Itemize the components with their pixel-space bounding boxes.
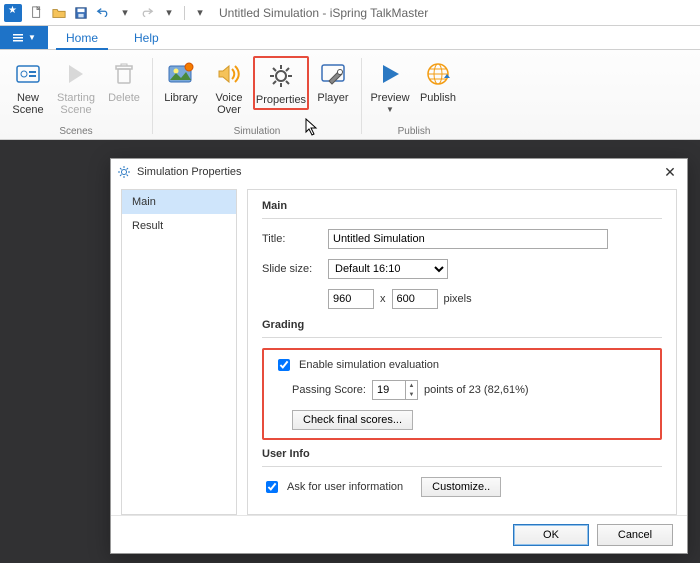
- file-menu-icon: [12, 32, 24, 44]
- save-icon[interactable]: [71, 3, 91, 23]
- customize-button[interactable]: Customize..: [421, 477, 501, 497]
- sidebar-item-result[interactable]: Result: [122, 214, 236, 238]
- enable-evaluation-checkbox[interactable]: Enable simulation evaluation: [274, 356, 650, 374]
- tab-help[interactable]: Help: [116, 26, 177, 49]
- passing-score-label: Passing Score:: [292, 384, 366, 396]
- redo-icon[interactable]: [137, 3, 157, 23]
- gear-icon: [117, 165, 131, 179]
- passing-score-input[interactable]: [373, 381, 405, 399]
- starting-scene-icon: [60, 58, 92, 90]
- app-icon: [4, 4, 22, 22]
- voice-over-button[interactable]: Voice Over: [205, 56, 253, 118]
- dialog-sidebar: Main Result: [121, 189, 237, 515]
- group-label-simulation: Simulation: [234, 126, 281, 139]
- slide-size-select[interactable]: Default 16:10: [328, 259, 448, 279]
- open-folder-icon[interactable]: [49, 3, 69, 23]
- pixels-label: pixels: [444, 293, 472, 305]
- preview-button[interactable]: Preview ▼: [366, 56, 414, 118]
- simulation-properties-dialog: Simulation Properties ✕ Main Result Main…: [110, 158, 688, 554]
- delete-button: Delete: [100, 56, 148, 106]
- group-label-publish: Publish: [398, 126, 431, 139]
- grading-highlight-area: Enable simulation evaluation Passing Sco…: [262, 348, 662, 440]
- ribbon-group-publish: Preview ▼ Publish Publish: [366, 52, 462, 139]
- play-icon: [374, 58, 406, 90]
- spin-up-icon[interactable]: ▲: [405, 381, 417, 390]
- dialog-main-panel: Main Title: Slide size: Default 16:10 x …: [247, 189, 677, 515]
- starting-scene-button: Starting Scene: [52, 56, 100, 118]
- section-header-userinfo: User Info: [262, 448, 662, 460]
- tab-home[interactable]: Home: [48, 26, 116, 49]
- height-input[interactable]: [392, 289, 438, 309]
- ribbon-group-simulation: Library Voice Over Properties Player Sim…: [157, 52, 357, 139]
- trash-icon: [108, 58, 140, 90]
- spin-down-icon[interactable]: ▼: [405, 390, 417, 399]
- speaker-icon: [213, 58, 245, 90]
- sidebar-item-main[interactable]: Main: [122, 190, 236, 214]
- publish-button[interactable]: Publish: [414, 56, 462, 106]
- width-input[interactable]: [328, 289, 374, 309]
- ask-user-info-checkbox[interactable]: Ask for user information: [262, 478, 403, 496]
- ribbon-tabstrip: ▼ Home Help: [0, 26, 700, 50]
- group-label-scenes: Scenes: [59, 126, 92, 139]
- section-header-main: Main: [262, 200, 662, 212]
- chevron-down-icon: ▼: [386, 104, 394, 116]
- points-of-label: points of 23 (82,61%): [424, 384, 529, 396]
- section-header-grading: Grading: [262, 319, 662, 331]
- close-button[interactable]: ✕: [659, 163, 681, 181]
- properties-button[interactable]: Properties: [253, 56, 309, 110]
- title-input[interactable]: [328, 229, 608, 249]
- new-scene-icon: [12, 58, 44, 90]
- dialog-title: Simulation Properties: [137, 166, 659, 178]
- check-final-scores-button[interactable]: Check final scores...: [292, 410, 413, 430]
- gear-icon: [265, 60, 297, 92]
- dialog-titlebar: Simulation Properties ✕: [111, 159, 687, 185]
- cancel-button[interactable]: Cancel: [597, 524, 673, 546]
- library-button[interactable]: Library: [157, 56, 205, 106]
- ribbon-group-scenes: New Scene Starting Scene Delete Scenes: [4, 52, 148, 139]
- ask-user-info-input[interactable]: [266, 481, 278, 493]
- quick-access-toolbar: ▾ ▾ ▾ Untitled Simulation - iSpring Talk…: [0, 0, 700, 26]
- x-label: x: [380, 293, 386, 305]
- player-button[interactable]: Player: [309, 56, 357, 106]
- new-scene-button[interactable]: New Scene: [4, 56, 52, 118]
- slide-size-label: Slide size:: [262, 263, 322, 275]
- passing-score-stepper[interactable]: ▲▼: [372, 380, 418, 400]
- new-file-icon[interactable]: [27, 3, 47, 23]
- ok-button[interactable]: OK: [513, 524, 589, 546]
- redo-dropdown-icon[interactable]: ▾: [159, 3, 179, 23]
- undo-icon[interactable]: [93, 3, 113, 23]
- qat-customize-icon[interactable]: ▾: [190, 3, 210, 23]
- file-tab[interactable]: ▼: [0, 26, 48, 49]
- library-icon: [165, 58, 197, 90]
- ribbon: New Scene Starting Scene Delete Scenes L…: [0, 50, 700, 140]
- window-title: Untitled Simulation - iSpring TalkMaster: [219, 6, 428, 20]
- wrench-icon: [317, 58, 349, 90]
- enable-evaluation-input[interactable]: [278, 359, 290, 371]
- globe-icon: [422, 58, 454, 90]
- dialog-footer: OK Cancel: [111, 515, 687, 553]
- title-label: Title:: [262, 233, 322, 245]
- undo-dropdown-icon[interactable]: ▾: [115, 3, 135, 23]
